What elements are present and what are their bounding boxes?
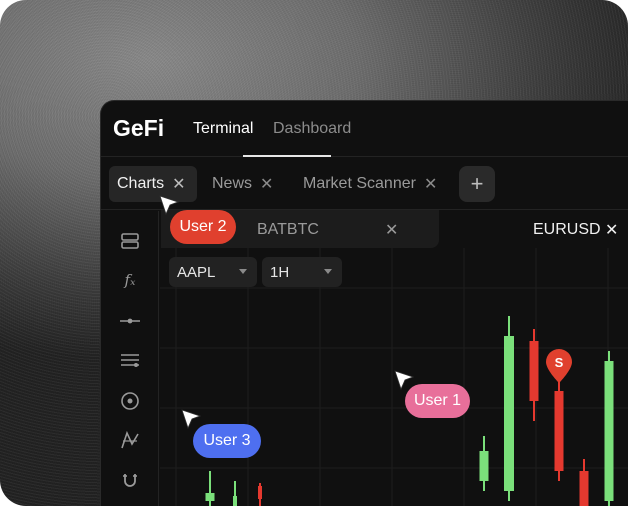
- pattern-icon[interactable]: [120, 430, 140, 450]
- candle-body: [554, 391, 564, 471]
- layers-icon[interactable]: [120, 231, 140, 251]
- candle-body: [579, 471, 589, 506]
- function-icon[interactable]: 𝑓ₓ: [120, 270, 140, 290]
- sell-marker[interactable]: S: [544, 349, 574, 385]
- symbol-value: AAPL: [177, 263, 216, 281]
- tab-market-scanner[interactable]: Market Scanner ✕: [295, 166, 445, 202]
- candle-body: [205, 493, 215, 501]
- close-icon[interactable]: ✕: [385, 220, 398, 240]
- terminal-window: GeFi Terminal Dashboard Charts ✕ News ✕ …: [100, 100, 628, 506]
- magnet-icon[interactable]: [120, 470, 140, 490]
- cursor-user-3-icon: [181, 409, 202, 430]
- nav-terminal[interactable]: Terminal: [193, 120, 253, 138]
- top-bar: GeFi Terminal Dashboard: [101, 101, 628, 157]
- list-lines-icon[interactable]: [120, 350, 140, 370]
- candle-body: [604, 361, 614, 501]
- symbol-tab-eurusd[interactable]: EURUSD: [533, 221, 601, 239]
- subtab-batbtc[interactable]: BATBTC: [257, 221, 319, 239]
- active-nav-indicator: [243, 155, 331, 157]
- horizontal-line-icon[interactable]: [120, 311, 140, 331]
- tab-label: News: [212, 175, 253, 192]
- symbol-select[interactable]: AAPL: [169, 257, 257, 287]
- candle-body: [529, 341, 539, 401]
- app-logo: GeFi: [113, 115, 165, 141]
- interval-select[interactable]: 1H: [262, 257, 342, 287]
- tab-charts[interactable]: Charts ✕: [109, 166, 197, 202]
- tool-sidebar: 𝑓ₓ: [101, 211, 159, 506]
- cursor-user-1-icon: [394, 370, 415, 391]
- cursor-user-2-icon: [159, 195, 180, 216]
- chevron-down-icon: [239, 269, 247, 274]
- target-icon[interactable]: [120, 391, 140, 411]
- marker-label: S: [555, 355, 564, 370]
- candle-body: [258, 486, 262, 499]
- tab-label: Market Scanner: [303, 175, 416, 192]
- candle-body: [504, 336, 514, 491]
- add-tab-button[interactable]: +: [459, 166, 495, 202]
- candle-body: [233, 496, 237, 506]
- close-icon[interactable]: ✕: [424, 174, 437, 194]
- nav-dashboard[interactable]: Dashboard: [273, 120, 351, 138]
- close-icon[interactable]: ✕: [605, 220, 618, 240]
- close-icon[interactable]: ✕: [260, 174, 273, 194]
- candle-body: [479, 451, 489, 481]
- chevron-down-icon: [324, 269, 332, 274]
- interval-value: 1H: [270, 263, 290, 281]
- close-icon[interactable]: ✕: [172, 174, 185, 194]
- tab-label: Charts: [117, 175, 165, 192]
- tab-news[interactable]: News ✕: [204, 166, 281, 202]
